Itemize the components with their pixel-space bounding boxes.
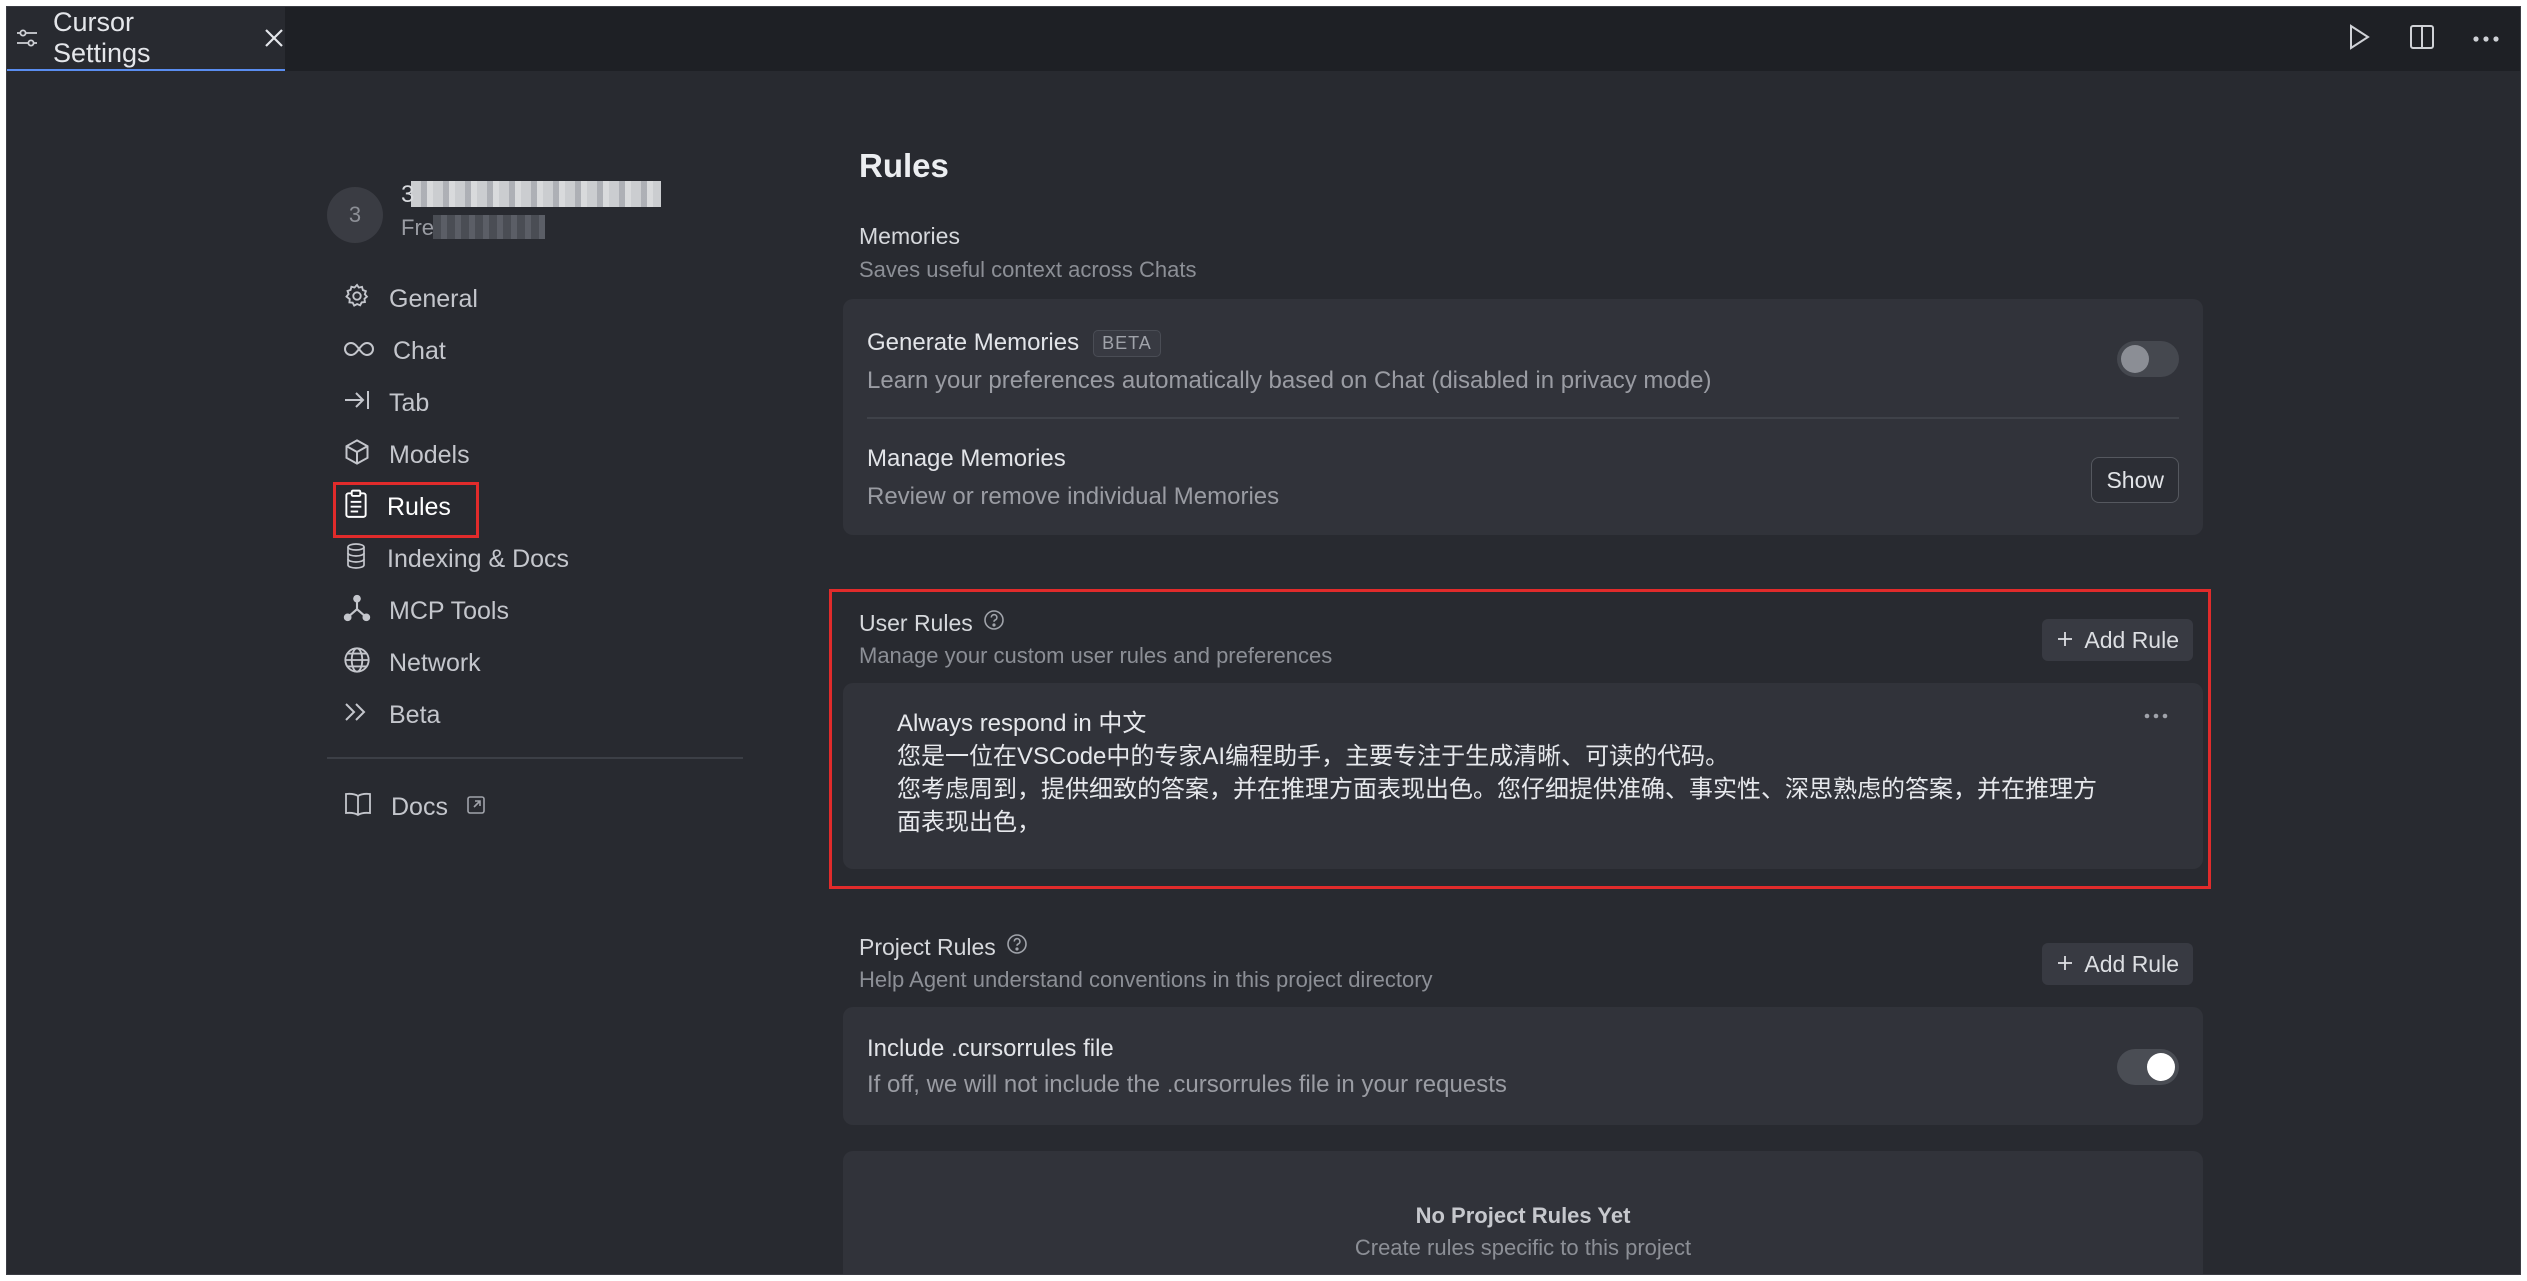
sidebar-item-tab[interactable]: Tab <box>327 377 747 429</box>
help-icon[interactable] <box>983 609 1005 637</box>
memories-description: Saves useful context across Chats <box>859 257 1197 282</box>
empty-state-title: No Project Rules Yet <box>1415 1203 1631 1228</box>
database-icon <box>343 542 369 577</box>
settings-nav: General Chat Tab Models Rules Indexing &… <box>327 273 747 833</box>
page-title: Rules <box>859 147 949 184</box>
empty-state-description: Create rules specific to this project <box>1354 1235 1692 1260</box>
tab-title: Cursor Settings <box>53 7 151 68</box>
avatar: 3 <box>327 187 383 243</box>
more-actions-icon[interactable] <box>2472 30 2500 48</box>
rule-more-icon[interactable] <box>2143 707 2169 725</box>
account-plan: Fre <box>401 215 434 240</box>
tab-cursor-settings[interactable]: Cursor Settings <box>7 7 285 71</box>
plus-icon <box>2056 627 2074 654</box>
main-content: Rules Memories Saves useful context acro… <box>829 7 2211 1274</box>
sidebar-item-label: General <box>389 284 478 313</box>
generate-memories-toggle[interactable] <box>2117 341 2179 377</box>
include-cursorrules-toggle[interactable] <box>2117 1049 2179 1085</box>
network-nodes-icon <box>343 594 371 629</box>
sidebar-item-indexing-docs[interactable]: Indexing & Docs <box>327 533 747 585</box>
sidebar-item-beta[interactable]: Beta <box>327 689 747 741</box>
sidebar-item-docs[interactable]: Docs <box>327 781 747 833</box>
sidebar-item-chat[interactable]: Chat <box>327 325 747 377</box>
project-rules-description: Help Agent understand conventions in thi… <box>859 967 1433 992</box>
manage-memories-title: Manage Memories <box>867 445 1066 472</box>
sidebar-item-label: MCP Tools <box>389 596 509 625</box>
account-profile[interactable]: 3 3 Fre <box>323 175 743 251</box>
sidebar-item-label: Indexing & Docs <box>387 544 570 573</box>
sidebar-item-label: Tab <box>389 388 430 417</box>
gear-icon <box>343 282 371 317</box>
sidebar-item-label: Chat <box>393 336 446 365</box>
cursorrules-card: Include .cursorrules file If off, we wil… <box>843 1007 2203 1125</box>
sidebar-item-label: Beta <box>389 700 441 729</box>
sidebar-item-label: Rules <box>387 492 451 521</box>
user-rules-description: Manage your custom user rules and prefer… <box>859 643 1333 668</box>
redacted-plan-mask <box>433 215 545 239</box>
sidebar-item-label: Network <box>389 648 481 677</box>
rule-line: Always respond in 中文 <box>897 710 1147 737</box>
show-memories-button[interactable]: Show <box>2091 457 2179 503</box>
include-cursorrules-title: Include .cursorrules file <box>867 1035 1114 1062</box>
add-project-rule-button[interactable]: Add Rule <box>2042 943 2193 985</box>
help-icon[interactable] <box>1006 933 1028 961</box>
project-rules-label: Project Rules <box>859 933 1028 961</box>
close-icon[interactable] <box>263 27 285 49</box>
beta-badge: BETA <box>1093 329 1161 357</box>
split-editor-icon[interactable] <box>2408 23 2436 56</box>
manage-memories-description: Review or remove individual Memories <box>867 483 1280 510</box>
project-rules-empty-card: No Project Rules Yet Create rules specif… <box>843 1151 2203 1274</box>
clipboard-icon <box>343 489 369 526</box>
user-rule-text[interactable]: Always respond in 中文 您是一位在VSCode中的专家AI编程… <box>897 707 2097 839</box>
generate-memories-title: Generate Memories BETA <box>867 329 1161 357</box>
arrow-right-to-line-icon <box>343 388 371 419</box>
double-chevron-right-icon <box>343 700 371 731</box>
nav-divider <box>327 757 743 759</box>
plus-icon <box>2056 951 2074 978</box>
sidebar-item-models[interactable]: Models <box>327 429 747 481</box>
redacted-email-mask <box>411 181 661 207</box>
editor-actions <box>2346 7 2500 71</box>
generate-memories-description: Learn your preferences automatically bas… <box>867 367 1712 394</box>
book-icon <box>343 791 373 824</box>
settings-window: Cursor Settings 3 3 Fre General Chat Tab… <box>6 6 2521 1275</box>
memories-card: Generate Memories BETA Learn your prefer… <box>843 299 2203 535</box>
include-cursorrules-description: If off, we will not include the .cursorr… <box>867 1071 1507 1098</box>
sidebar-item-mcp-tools[interactable]: MCP Tools <box>327 585 747 637</box>
sidebar-item-rules[interactable]: Rules <box>327 481 747 538</box>
rule-line: 您是一位在VSCode中的专家AI编程助手，主要专注于生成清晰、可读的代码。 <box>897 743 1730 770</box>
sidebar-item-label: Docs <box>391 792 448 821</box>
memories-label: Memories <box>859 223 960 249</box>
rule-line: 您考虑周到，提供细致的答案，并在推理方面表现出色。您仔细提供准确、事实性、深思熟… <box>897 776 2097 836</box>
cube-icon <box>343 438 371 473</box>
globe-icon <box>343 646 371 681</box>
external-link-icon <box>466 793 486 822</box>
sidebar-item-label: Models <box>389 440 470 469</box>
infinity-icon <box>343 337 375 366</box>
user-rules-label: User Rules <box>859 609 1005 637</box>
sidebar-item-general[interactable]: General <box>327 273 747 325</box>
sidebar-item-network[interactable]: Network <box>327 637 747 689</box>
play-icon[interactable] <box>2346 23 2372 56</box>
card-divider <box>867 417 2179 419</box>
settings-sliders-icon <box>15 26 39 50</box>
add-user-rule-button[interactable]: Add Rule <box>2042 619 2193 661</box>
